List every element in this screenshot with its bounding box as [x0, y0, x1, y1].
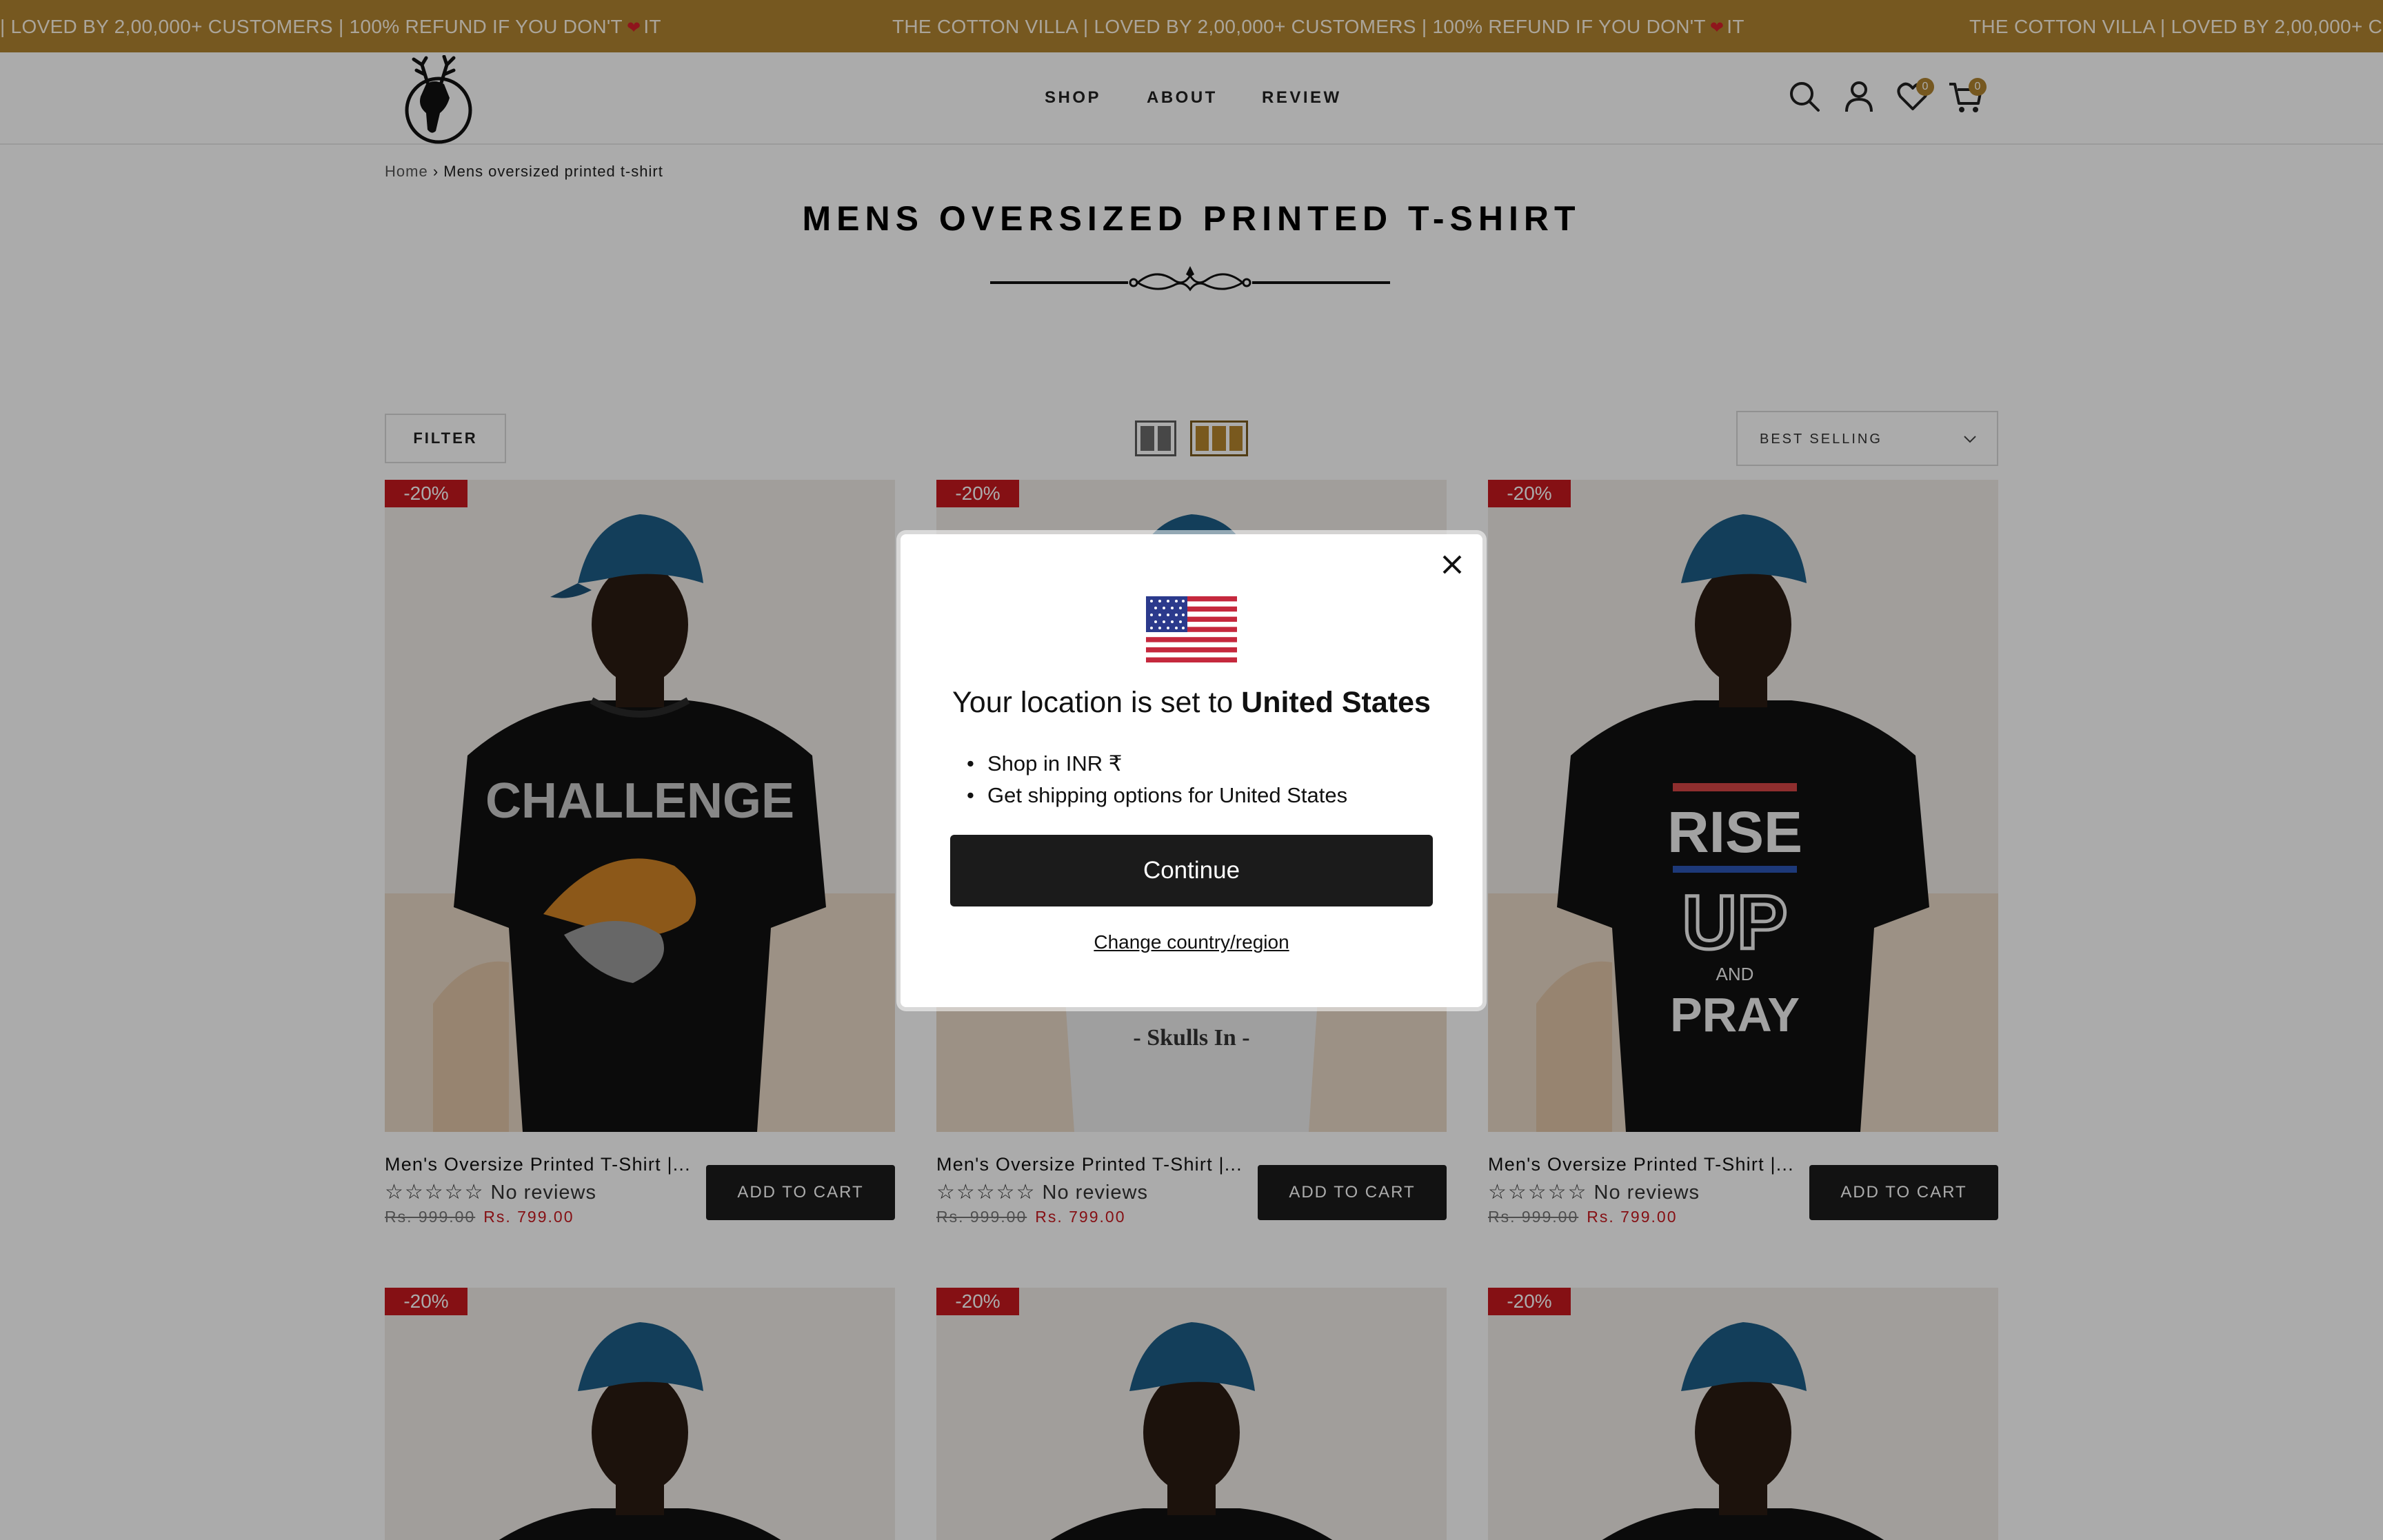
us-flag-icon: [1146, 596, 1237, 662]
close-icon[interactable]: [1438, 551, 1466, 578]
location-modal: Your location is set to United States Sh…: [901, 534, 1482, 1007]
list-item: Shop in INR ₹: [967, 748, 1347, 780]
continue-button[interactable]: Continue: [950, 835, 1433, 906]
modal-title-country: United States: [1241, 686, 1431, 719]
modal-bullet-list: Shop in INR ₹ Get shipping options for U…: [967, 748, 1347, 811]
modal-title-prefix: Your location is set to: [952, 686, 1234, 719]
list-item: Get shipping options for United States: [967, 780, 1347, 811]
modal-title: Your location is set to United States: [901, 686, 1482, 720]
change-country-link[interactable]: Change country/region: [901, 931, 1482, 953]
